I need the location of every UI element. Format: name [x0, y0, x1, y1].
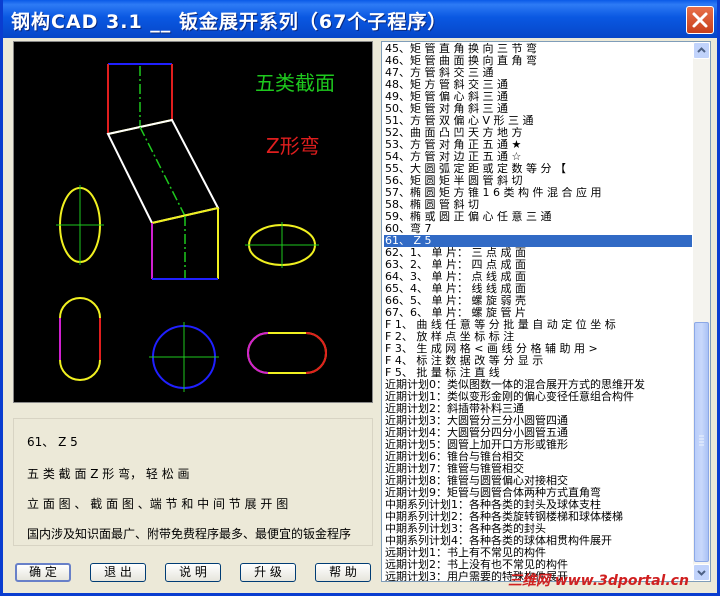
list-item[interactable]: 61、 Z 5 — [384, 235, 692, 247]
list-item[interactable]: F 1、 曲 线 任 意 等 分 批 量 自 动 定 位 坐 标 — [384, 319, 692, 331]
list-item[interactable]: 近期计划0：类似图数一体的混合展开方式的思维开发 — [384, 379, 692, 391]
scroll-up-button[interactable] — [693, 42, 710, 59]
list-item[interactable]: 54、方 管 对 边 正 五 通 ☆ — [384, 151, 692, 163]
list-item[interactable]: 47、方 管 斜 交 三 通 — [384, 67, 692, 79]
list-item[interactable]: 近期计划7：锥管与锥管相交 — [384, 463, 692, 475]
list-item[interactable]: 56、矩 圆 矩 半 圆 管 斜 切 — [384, 175, 692, 187]
list-item[interactable]: 近期计划8：锥管与圆管偏心对接相交 — [384, 475, 692, 487]
list-item[interactable]: 中期系列计划1：各种各类的封头及球体支柱 — [384, 499, 692, 511]
z-bend-label: Z形弯 — [266, 134, 320, 158]
list-item[interactable]: 64、3、 单 片： 点 线 成 面 — [384, 271, 692, 283]
list-item[interactable]: 近期计划5：圆管上加开口方形或锥形 — [384, 439, 692, 451]
preview-canvas: 五类截面 Z形弯 — [13, 41, 373, 403]
arrow-down-icon — [697, 570, 706, 576]
arrow-up-icon — [697, 47, 706, 53]
list-item[interactable]: 46、矩 管 曲 面 换 向 直 角 弯 — [384, 55, 692, 67]
app-window: 钢构CAD 3.1 __ 钣金展开系列（67个子程序） 五类截面 Z形弯 61、… — [0, 0, 720, 596]
instructions-button[interactable]: 说 明 — [165, 563, 221, 582]
watermark: 三维网 www.3dportal.cn — [508, 573, 689, 589]
title-bar[interactable]: 钢构CAD 3.1 __ 钣金展开系列（67个子程序） — [3, 0, 717, 38]
list-item[interactable]: 45、矩 管 直 角 换 向 三 节 弯 — [384, 43, 692, 55]
list-item[interactable]: 55、大 圆 弧 定 距 或 定 数 等 分 【 — [384, 163, 692, 175]
description-slogan: 国内涉及知识面最广、附带免费程序最多、最便宜的钣金程序 — [27, 527, 352, 541]
list-item[interactable]: 53、方 管 对 角 正 五 通 ★ — [384, 139, 692, 151]
list-item[interactable]: 51、方 管 双 偏 心 V 形 三 通 — [384, 115, 692, 127]
list-item[interactable]: 中期系列计划3：各种各类的封头 — [384, 523, 692, 535]
list-item[interactable]: F 4、 标 注 数 据 改 等 分 显 示 — [384, 355, 692, 367]
list-item[interactable]: 59、椭 或 圆 正 偏 心 任 意 三 通 — [384, 211, 692, 223]
list-item[interactable]: 近期计划3：大圆管分三分小圆管四通 — [384, 415, 692, 427]
list-item[interactable]: 58、椭 圆 管 斜 切 — [384, 199, 692, 211]
window-title: 钢构CAD 3.1 __ 钣金展开系列（67个子程序） — [11, 11, 448, 33]
list-item[interactable]: 60、弯 7 — [384, 223, 692, 235]
ok-button[interactable]: 确 定 — [15, 563, 71, 582]
list-item[interactable]: 近期计划4：大圆管分四分小圆管五通 — [384, 427, 692, 439]
list-item[interactable]: 中期系列计划2：各种各类旋转钢楼梯和球体楼梯 — [384, 511, 692, 523]
scroll-thumb[interactable] — [694, 322, 709, 562]
list-item[interactable]: 67、6、 单 片： 螺 旋 管 片 — [384, 307, 692, 319]
list-item[interactable]: F 3、 生 成 网 格 < 画 线 分 格 辅 助 用 > — [384, 343, 692, 355]
list-item[interactable]: 50、矩 管 对 角 斜 三 通 — [384, 103, 692, 115]
list-item[interactable]: 57、椭 圆 矩 方 锥 1 6 类 构 件 混 合 应 用 — [384, 187, 692, 199]
description-title: 61、 Z 5 — [27, 435, 78, 449]
description-line: 五 类 截 面 Z 形 弯， 轻 松 画 — [27, 467, 190, 481]
list-item[interactable]: 65、4、 单 片： 线 线 成 面 — [384, 283, 692, 295]
list-item[interactable]: 远期计划1：书上有不常见的构件 — [384, 547, 692, 559]
list-item[interactable]: 中期系列计划4：各种各类的球体相贯构件展开 — [384, 535, 692, 547]
list-item[interactable]: 近期计划2：斜插带补料三通 — [384, 403, 692, 415]
list-item[interactable]: 63、2、 单 片： 四 点 成 面 — [384, 259, 692, 271]
list-item[interactable]: 49、矩 管 偏 心 斜 三 通 — [384, 91, 692, 103]
list-item[interactable]: 66、5、 单 片： 螺 旋 弱 壳 — [384, 295, 692, 307]
list-item[interactable]: 近期计划9：矩管与圆管合体两种方式直角弯 — [384, 487, 692, 499]
help-button[interactable]: 帮 助 — [315, 563, 371, 582]
program-list[interactable]: 45、矩 管 直 角 换 向 三 节 弯 46、矩 管 曲 面 换 向 直 角 弯… — [381, 41, 711, 582]
description-line: 立 面 图 、 截 面 图 、端 节 和 中 间 节 展 开 图 — [27, 497, 289, 511]
upgrade-button[interactable]: 升 级 — [240, 563, 296, 582]
scroll-down-button[interactable] — [693, 564, 710, 581]
list-item[interactable]: 52、曲 面 凸 凹 天 方 地 方 — [384, 127, 692, 139]
vertical-scrollbar[interactable] — [693, 42, 710, 581]
list-item[interactable]: 62、1、 单 片： 三 点 成 面 — [384, 247, 692, 259]
grip-icon — [699, 435, 704, 446]
exit-button[interactable]: 退 出 — [90, 563, 146, 582]
close-icon — [692, 12, 708, 28]
section-type-label: 五类截面 — [255, 71, 335, 95]
close-button[interactable] — [686, 6, 714, 34]
list-item[interactable]: 近期计划1：类似变形金刚的偏心变径任意组合构件 — [384, 391, 692, 403]
list-item[interactable]: 近期计划6：锥台与锥台相交 — [384, 451, 692, 463]
list-item[interactable]: F 2、 放 样 点 坐 标 标 注 — [384, 331, 692, 343]
list-item[interactable]: 48、矩 方 管 斜 交 三 通 — [384, 79, 692, 91]
description-panel: 61、 Z 5 五 类 截 面 Z 形 弯， 轻 松 画 立 面 图 、 截 面… — [13, 418, 373, 546]
list-item[interactable]: F 5、 批 量 标 注 直 线 — [384, 367, 692, 379]
z-bend-drawing — [56, 63, 327, 392]
program-list-items: 45、矩 管 直 角 换 向 三 节 弯 46、矩 管 曲 面 换 向 直 角 弯… — [384, 43, 692, 581]
